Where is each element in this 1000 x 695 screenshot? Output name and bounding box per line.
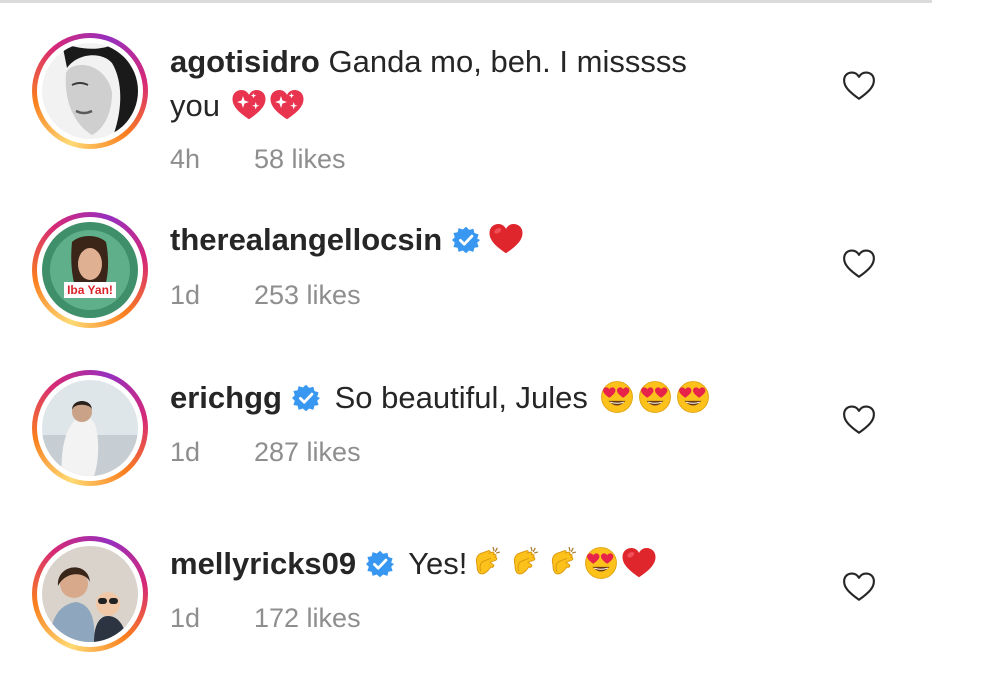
comment-likes[interactable]: 172 likes <box>254 603 361 633</box>
comment-meta: 1d 253 likes <box>170 280 361 311</box>
comment-likes[interactable]: 253 likes <box>254 280 361 310</box>
comment-time[interactable]: 4h <box>170 144 254 175</box>
comment-body: erichgg So beautiful, Jules <box>170 376 810 420</box>
comment-text: So beautiful, Jules <box>334 380 588 415</box>
avatar[interactable] <box>42 380 138 476</box>
comment-meta: 1d 287 likes <box>170 437 361 468</box>
comment-body: agotisidro Ganda mo, beh. I misssss you <box>170 40 810 128</box>
heart-eyes-emoji <box>599 380 635 414</box>
verified-badge-icon <box>452 226 480 254</box>
heart-eyes-emoji <box>675 380 711 414</box>
comment-text: Yes! <box>408 546 468 581</box>
top-divider <box>0 0 932 3</box>
comment-text: Ganda mo, beh. I misssss <box>328 44 687 79</box>
comment-time[interactable]: 1d <box>170 437 254 468</box>
comment-meta: 4h 58 likes <box>170 144 346 175</box>
heart-eyes-emoji <box>583 546 619 580</box>
comment-username[interactable]: agotisidro <box>170 44 320 79</box>
like-heart-icon[interactable] <box>842 571 876 603</box>
clapping-hands-emoji <box>545 546 581 580</box>
story-ring[interactable]: Iba Yan! <box>32 212 148 328</box>
comment-likes[interactable]: 287 likes <box>254 437 361 467</box>
comment-username[interactable]: mellyricks09 <box>170 546 356 581</box>
sparkling-heart-emoji <box>269 88 305 122</box>
comment-text: you <box>170 88 220 123</box>
comment-likes[interactable]: 58 likes <box>254 144 346 174</box>
story-ring[interactable] <box>32 370 148 486</box>
comment-time[interactable]: 1d <box>170 280 254 311</box>
verified-badge-icon <box>366 550 394 578</box>
comment-meta: 1d 172 likes <box>170 603 361 634</box>
red-heart-emoji <box>488 222 524 256</box>
comment-body: therealangellocsin <box>170 218 810 262</box>
comment-username[interactable]: erichgg <box>170 380 282 415</box>
sparkling-heart-emoji <box>231 88 267 122</box>
like-heart-icon[interactable] <box>842 70 876 102</box>
like-heart-icon[interactable] <box>842 248 876 280</box>
heart-eyes-emoji <box>637 380 673 414</box>
avatar[interactable]: Iba Yan! <box>42 222 138 318</box>
comment-time[interactable]: 1d <box>170 603 254 634</box>
clapping-hands-emoji <box>469 546 505 580</box>
avatar[interactable] <box>42 43 138 139</box>
story-ring[interactable] <box>32 33 148 149</box>
avatar-badge-text: Iba Yan! <box>67 283 113 297</box>
like-heart-icon[interactable] <box>842 404 876 436</box>
story-ring[interactable] <box>32 536 148 652</box>
verified-badge-icon <box>292 384 320 412</box>
red-heart-emoji <box>621 546 657 580</box>
comment-body: mellyricks09 Yes! <box>170 542 810 586</box>
comment-username[interactable]: therealangellocsin <box>170 222 442 257</box>
avatar[interactable] <box>42 546 138 642</box>
clapping-hands-emoji <box>507 546 543 580</box>
